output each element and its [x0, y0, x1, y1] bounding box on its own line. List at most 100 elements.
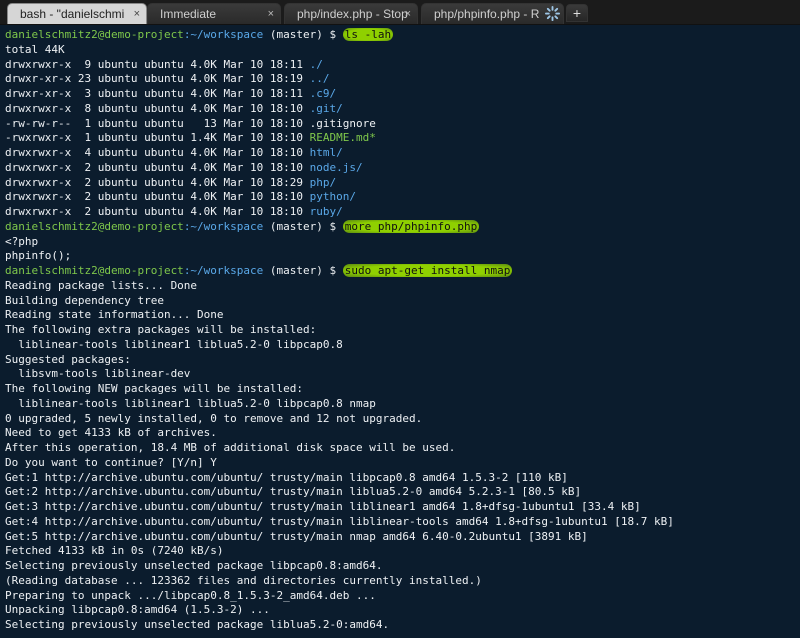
ls-row-name: .c9/ — [309, 87, 337, 100]
output-line: (Reading database ... 123362 files and d… — [5, 574, 674, 589]
ls-row-name: ../ — [309, 72, 330, 86]
prompt-path: :~/workspace — [183, 28, 264, 41]
tab-php-phpinfo[interactable]: php/phpinfo.php - R — [421, 3, 564, 24]
apt-output-text: Building dependency tree — [5, 293, 164, 307]
apt-output-text: Selecting previously unselected package … — [5, 559, 383, 572]
ls-row-meta: drwxr-xr-x 23 ubuntu ubuntu 4.0K Mar 10 … — [5, 72, 310, 86]
ls-row-meta: drwxrwxr-x 2 ubuntu ubuntu 4.0K Mar 10 1… — [5, 205, 310, 218]
ls-row-meta: -rwxrwxr-x 1 ubuntu ubuntu 1.4K Mar 10 1… — [5, 131, 310, 145]
output-line: Reading package lists... Done — [5, 279, 674, 294]
ls-row-meta: drwxrwxr-x 9 ubuntu ubuntu 4.0K Mar 10 1… — [5, 57, 310, 71]
ls-row: drwxr-xr-x 3 ubuntu ubuntu 4.0K Mar 10 1… — [5, 87, 674, 102]
output-line: Do you want to continue? [Y/n] Y — [5, 456, 674, 471]
new-tab-button[interactable]: + — [566, 4, 588, 22]
output-line: Selecting previously unselected package … — [5, 559, 674, 574]
output-line: Selecting previously unselected package … — [5, 618, 674, 633]
apt-output-text: The following NEW packages will be insta… — [5, 382, 304, 395]
prompt-user: danielschmitz2@demo-project — [5, 28, 184, 41]
close-icon[interactable]: × — [405, 4, 411, 24]
apt-output-text: Get:2 http://archive.ubuntu.com/ubuntu/ … — [5, 485, 582, 499]
output-line: libsvm-tools liblinear-dev — [5, 367, 674, 382]
apt-output-text: The following extra packages will be ins… — [5, 323, 317, 336]
output-line: The following NEW packages will be insta… — [5, 382, 674, 397]
apt-output-text: Unpacking libpcap0.8:amd64 (1.5.3-2) ... — [5, 603, 270, 617]
apt-output-text: Get:5 http://archive.ubuntu.com/ubuntu/ … — [5, 529, 588, 543]
prompt-branch: (master) $ — [263, 219, 343, 233]
apt-output-text: Do you want to continue? [Y/n] Y — [5, 455, 217, 469]
output-line: Reading state information... Done — [5, 308, 674, 323]
ls-row-meta: drwxrwxr-x 4 ubuntu ubuntu 4.0K Mar 10 1… — [5, 146, 310, 159]
output-line: phpinfo(); — [5, 249, 674, 264]
tab-bash-terminal[interactable]: bash - "danielschmi × — [7, 3, 147, 24]
prompt-line: danielschmitz2@demo-project:~/workspace … — [5, 264, 674, 279]
php-output-text: <?php — [5, 234, 39, 248]
apt-output-text: Reading package lists... Done — [5, 278, 198, 292]
ls-row-name: python/ — [309, 190, 356, 204]
ls-row: -rwxrwxr-x 1 ubuntu ubuntu 1.4K Mar 10 1… — [5, 131, 674, 146]
apt-output-text: After this operation, 18.4 MB of additio… — [5, 441, 456, 454]
apt-output-text: Reading state information... Done — [5, 308, 224, 322]
tab-php-index[interactable]: php/index.php - Stop × — [284, 3, 418, 24]
output-line: Fetched 4133 kB in 0s (7240 kB/s) — [5, 544, 674, 559]
apt-output-text: 0 upgraded, 5 newly installed, 0 to remo… — [5, 411, 423, 425]
ls-row-name: ruby/ — [309, 205, 343, 218]
tab-label: php/index.php - Stop — [297, 7, 408, 21]
tab-label: bash - "danielschmi — [20, 7, 125, 21]
apt-output-text: (Reading database ... 123362 files and d… — [5, 573, 482, 587]
tab-bar: bash - "danielschmi × Immediate × php/in… — [0, 0, 800, 25]
tab-immediate[interactable]: Immediate × — [147, 3, 281, 24]
prompt-branch: (master) $ — [263, 264, 343, 277]
ls-total: total 44K — [5, 42, 65, 56]
output-line: 0 upgraded, 5 newly installed, 0 to remo… — [5, 412, 674, 427]
apt-output-text: Get:3 http://archive.ubuntu.com/ubuntu/ … — [5, 500, 641, 513]
output-line: After this operation, 18.4 MB of additio… — [5, 441, 674, 456]
ls-row-meta: drwxrwxr-x 2 ubuntu ubuntu 4.0K Mar 10 1… — [5, 190, 310, 204]
ls-row-name: php/ — [309, 175, 337, 189]
output-line: <?php — [5, 235, 674, 250]
ls-row-name: README.md* — [309, 131, 376, 145]
close-icon[interactable]: × — [268, 4, 274, 24]
ls-row: drwxrwxr-x 8 ubuntu ubuntu 4.0K Mar 10 1… — [5, 102, 674, 117]
prompt-path: :~/workspace — [183, 264, 264, 277]
output-line: Get:3 http://archive.ubuntu.com/ubuntu/ … — [5, 500, 674, 515]
command-text: sudo apt-get install nmap — [342, 264, 513, 277]
ls-row: -rw-rw-r-- 1 ubuntu ubuntu 13 Mar 10 18:… — [5, 117, 674, 132]
prompt-user: danielschmitz2@demo-project — [5, 264, 184, 277]
ls-row: drwxrwxr-x 2 ubuntu ubuntu 4.0K Mar 10 1… — [5, 205, 674, 220]
terminal-lines: danielschmitz2@demo-project:~/workspace … — [5, 28, 674, 633]
ls-row-meta: drwxrwxr-x 8 ubuntu ubuntu 4.0K Mar 10 1… — [5, 101, 310, 115]
apt-output-text: Selecting previously unselected package … — [5, 618, 390, 631]
ls-row-meta: drwxrwxr-x 2 ubuntu ubuntu 4.0K Mar 10 1… — [5, 160, 310, 174]
apt-output-text: liblinear-tools liblinear1 liblua5.2-0 l… — [5, 396, 376, 410]
prompt-path: :~/workspace — [183, 219, 264, 233]
output-line: total 44K — [5, 43, 674, 58]
ls-row-meta: -rw-rw-r-- 1 ubuntu ubuntu 13 Mar 10 18:… — [5, 116, 310, 130]
apt-output-text: Fetched 4133 kB in 0s (7240 kB/s) — [5, 544, 224, 558]
ls-row: drwxr-xr-x 23 ubuntu ubuntu 4.0K Mar 10 … — [5, 72, 674, 87]
output-line: Need to get 4133 kB of archives. — [5, 426, 674, 441]
ls-row-name: ./ — [309, 57, 323, 71]
ls-row: drwxrwxr-x 2 ubuntu ubuntu 4.0K Mar 10 1… — [5, 161, 674, 176]
ls-row-name: .git/ — [309, 101, 343, 115]
terminal-output[interactable]: danielschmitz2@demo-project:~/workspace … — [0, 25, 800, 638]
apt-output-text: libsvm-tools liblinear-dev — [5, 367, 191, 381]
output-line: The following extra packages will be ins… — [5, 323, 674, 338]
apt-output-text: liblinear-tools liblinear1 liblua5.2-0 l… — [5, 337, 343, 351]
output-line: liblinear-tools liblinear1 liblua5.2-0 l… — [5, 338, 674, 353]
ls-row-name: node.js/ — [309, 160, 363, 174]
output-line: Unpacking libpcap0.8:amd64 (1.5.3-2) ... — [5, 603, 674, 618]
close-icon[interactable]: × — [134, 4, 140, 24]
output-line: Get:5 http://archive.ubuntu.com/ubuntu/ … — [5, 530, 674, 545]
output-line: Get:4 http://archive.ubuntu.com/ubuntu/ … — [5, 515, 674, 530]
prompt-user: danielschmitz2@demo-project — [5, 219, 184, 233]
apt-output-text: Get:1 http://archive.ubuntu.com/ubuntu/ … — [5, 470, 568, 484]
output-line: Building dependency tree — [5, 294, 674, 309]
apt-output-text: Need to get 4133 kB of archives. — [5, 426, 217, 440]
prompt-line: danielschmitz2@demo-project:~/workspace … — [5, 219, 674, 235]
ls-row-name: .gitignore — [309, 116, 376, 130]
ls-row-name: html/ — [309, 146, 343, 159]
php-output-text: phpinfo(); — [5, 249, 72, 263]
loading-spinner-icon — [545, 6, 560, 21]
tab-label: php/phpinfo.php - R — [434, 7, 540, 21]
tab-label: Immediate — [160, 7, 217, 21]
